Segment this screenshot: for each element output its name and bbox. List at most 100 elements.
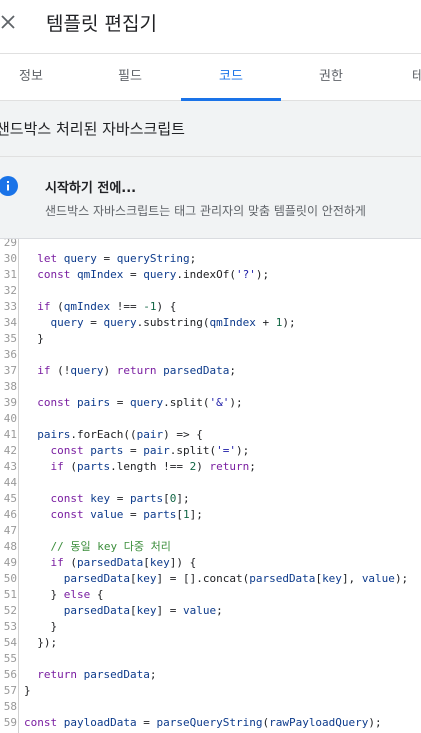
code-text: if (qmIndex !== -1) { [37,300,177,313]
code-line[interactable]: 53 } [0,619,421,635]
code-line[interactable]: 57} [0,683,421,699]
code-text: }); [24,636,58,649]
code-line[interactable]: 40 [0,411,421,427]
code-text: const value = parts[1]; [50,508,203,521]
code-line[interactable]: 47 [0,523,421,539]
code-line[interactable]: 30 let query = queryString; [0,251,421,267]
code-editor[interactable]: 29 30 let query = queryString; 31 const qm… [0,239,421,733]
line-number: 52 [3,604,17,617]
line-number: 55 [3,652,17,665]
line-number: 53 [3,620,17,633]
code-line[interactable]: 31 const qmIndex = query.indexOf('?'); [0,267,421,283]
line-number: 36 [3,348,17,361]
tab-bar: 정보 필드 코드 권한 테 [0,54,421,101]
code-line[interactable]: 44 [0,475,421,491]
code-line[interactable]: 38 [0,379,421,395]
tab-fields[interactable]: 필드 [80,54,180,100]
section-title: 샌드박스 처리된 자바스크립트 [0,120,185,138]
line-number: 41 [3,428,17,441]
code-line[interactable]: 41 pairs.forEach((pair) => { [0,427,421,443]
tab-code[interactable]: 코드 [181,54,281,100]
line-number: 35 [3,332,17,345]
code-line[interactable]: 59 const payloadData = parseQueryString(r… [0,715,421,731]
code-line[interactable]: 46 const value = parts[1]; [0,507,421,523]
code-line[interactable]: 49 if (parsedData[key]) { [0,555,421,571]
line-number: 31 [3,268,17,281]
code-text: // 동일 key 다중 처리 [50,540,171,553]
code-line[interactable]: 35 } [0,331,421,347]
line-number: 38 [3,380,17,393]
line-number: 32 [3,284,17,297]
notice-title: 시작하기 전에... [45,181,137,196]
code-line[interactable]: 58 [0,699,421,715]
line-number: 43 [3,460,17,473]
info-icon [0,176,18,196]
code-line[interactable]: 36 [0,347,421,363]
code-line[interactable]: 50 parsedData[key] = [].concat(parsedDat… [0,571,421,587]
code-text: const qmIndex = query.indexOf('?'); [37,268,270,281]
code-text: let query = queryString; [37,252,197,265]
code-line[interactable]: 29 [0,239,421,251]
line-number: 54 [3,636,17,649]
code-line[interactable]: 45 const key = parts[0]; [0,491,421,507]
line-number: 40 [3,412,17,425]
code-text: const parts = pair.split('='); [50,444,250,457]
tab-info[interactable]: 정보 [0,54,62,100]
line-number: 48 [3,540,17,553]
code-text: const payloadData = parseQueryString(raw… [24,716,382,729]
tab-permissions[interactable]: 권한 [281,54,381,100]
line-number: 49 [3,556,17,569]
code-text: query = query.substring(qmIndex + 1); [50,316,296,329]
code-line[interactable]: 55 [0,651,421,667]
code-line[interactable]: 51 } else { [0,587,421,603]
code-text: parsedData[key] = [].concat(parsedData[k… [63,572,409,585]
code-text: parsedData[key] = value; [63,604,223,617]
line-number: 45 [3,492,17,505]
line-number: 51 [3,588,17,601]
line-number: 59 [3,716,17,729]
line-number: 34 [3,316,17,329]
code-line[interactable]: 48 // 동일 key 다중 처리 [0,539,421,555]
code-text: if (parts.length !== 2) return; [50,460,256,473]
code-text: if (!query) return parsedData; [37,364,236,377]
code-text: return parsedData; [37,668,157,681]
line-number: 47 [3,524,17,537]
line-number: 37 [3,364,17,377]
app-header: 템플릿 편집기 [0,0,421,54]
line-number: 46 [3,508,17,521]
code-text: const key = parts[0]; [50,492,190,505]
line-number: 58 [3,700,17,713]
code-line[interactable]: 39 const pairs = query.split('&'); [0,395,421,411]
code-text: const pairs = query.split('&'); [37,396,243,409]
info-notice: 시작하기 전에... 샌드박스 자바스크립트는 태그 관리자의 맞춤 템플릿이 … [0,157,421,239]
notice-body: 샌드박스 자바스크립트는 태그 관리자의 맞춤 템플릿이 안전하게 [45,204,366,218]
line-number: 57 [3,684,17,697]
close-button[interactable] [0,8,22,36]
code-line[interactable]: 52 parsedData[key] = value; [0,603,421,619]
code-text: } [24,684,31,697]
line-number: 56 [3,668,17,681]
line-number: 39 [3,396,17,409]
line-number: 33 [3,300,17,313]
code-line[interactable]: 33 if (qmIndex !== -1) { [0,299,421,315]
section-header: 샌드박스 처리된 자바스크립트 [0,101,421,157]
code-text: if (parsedData[key]) { [50,556,197,569]
tab-tests[interactable]: 테 [398,54,421,100]
code-line[interactable]: 54 }); [0,635,421,651]
code-line[interactable]: 42 const parts = pair.split('='); [0,443,421,459]
line-number: 50 [3,572,17,585]
code-text: } else { [24,588,104,601]
line-number: 44 [3,476,17,489]
code-text: } [24,332,44,345]
code-text: } [24,620,58,633]
page-title: 템플릿 편집기 [46,13,157,35]
code-line[interactable]: 56 return parsedData; [0,667,421,683]
code-line[interactable]: 37 if (!query) return parsedData; [0,363,421,379]
code-text: pairs.forEach((pair) => { [37,428,203,441]
code-line[interactable]: 32 [0,283,421,299]
line-number: 42 [3,444,17,457]
code-line[interactable]: 34 query = query.substring(qmIndex + 1); [0,315,421,331]
line-number: 30 [3,252,17,265]
close-icon[interactable] [1,15,15,29]
code-line[interactable]: 43 if (parts.length !== 2) return; [0,459,421,475]
